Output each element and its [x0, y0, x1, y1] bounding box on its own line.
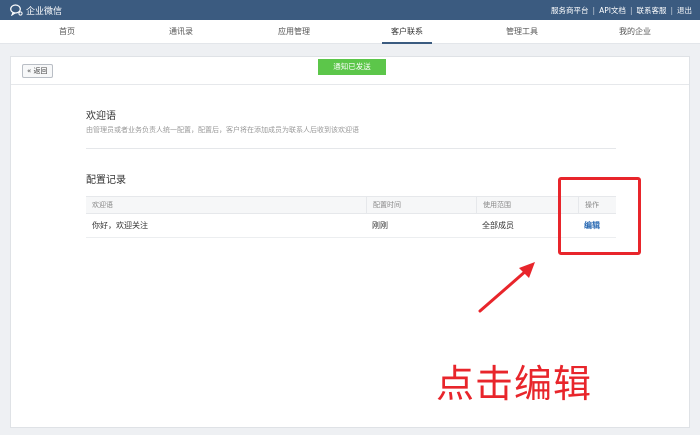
annotation-text: 点击编辑: [436, 362, 593, 406]
annotation-arrow-icon: [478, 262, 535, 313]
